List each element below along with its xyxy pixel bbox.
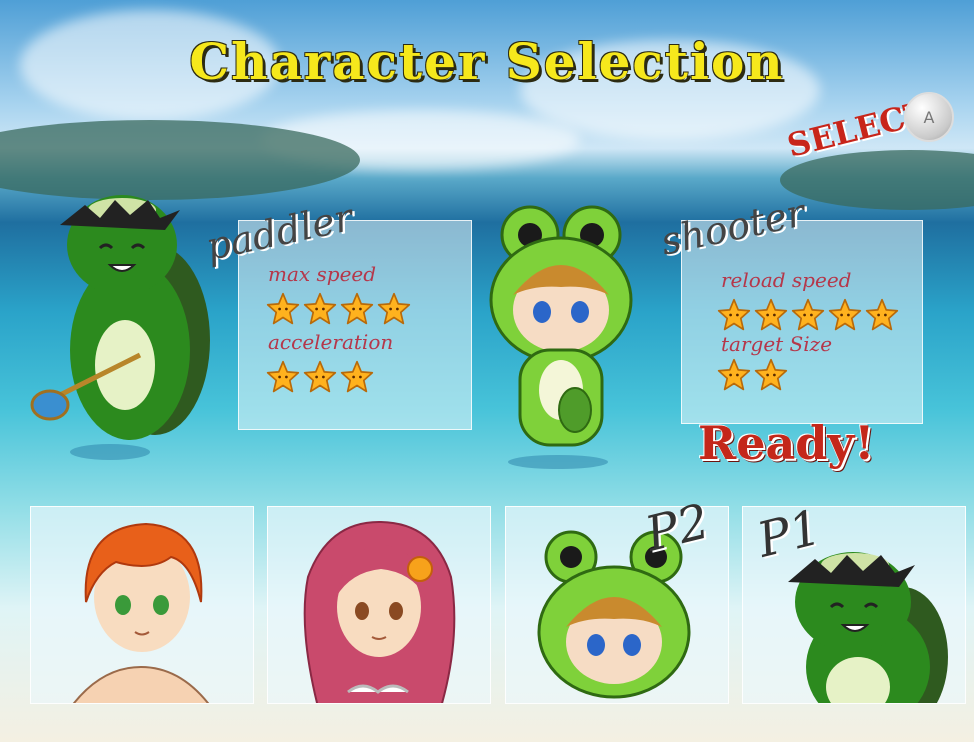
- star-icon: [303, 360, 337, 393]
- star-icon: [865, 298, 899, 331]
- red-haired-boy-portrait: [72, 522, 210, 703]
- star-icon: [791, 298, 825, 331]
- star-icon: [303, 292, 337, 325]
- star-icon: [377, 292, 411, 325]
- target-size-stars: [717, 358, 788, 392]
- character-card-red-haired-boy[interactable]: [30, 506, 254, 704]
- star-icon: [266, 292, 300, 325]
- character-card-pink-haired-girl[interactable]: [267, 506, 491, 704]
- star-icon: [754, 358, 788, 391]
- star-icon: [266, 360, 300, 393]
- a-button-icon[interactable]: A: [904, 92, 954, 142]
- ready-indicator: Ready!: [698, 416, 875, 470]
- star-icon: [717, 298, 751, 331]
- reload-speed-label: reload speed: [721, 268, 852, 292]
- acceleration-stars: [266, 360, 374, 394]
- star-icon: [340, 360, 374, 393]
- acceleration-label: acceleration: [268, 330, 394, 354]
- pink-haired-girl-portrait: [303, 520, 456, 703]
- frog-boy-shooter-portrait: [489, 205, 633, 469]
- star-icon: [754, 298, 788, 331]
- target-size-label: target Size: [721, 332, 833, 356]
- character-selection-screen: Character Selection SELECT A paddler max…: [0, 0, 974, 742]
- max-speed-label: max speed: [268, 262, 377, 286]
- star-icon: [717, 358, 751, 391]
- star-icon: [340, 292, 374, 325]
- reload-speed-stars: [717, 298, 899, 332]
- turtle-paddler-portrait: [30, 195, 210, 460]
- max-speed-stars: [266, 292, 411, 326]
- screen-title: Character Selection: [189, 32, 785, 91]
- star-icon: [828, 298, 862, 331]
